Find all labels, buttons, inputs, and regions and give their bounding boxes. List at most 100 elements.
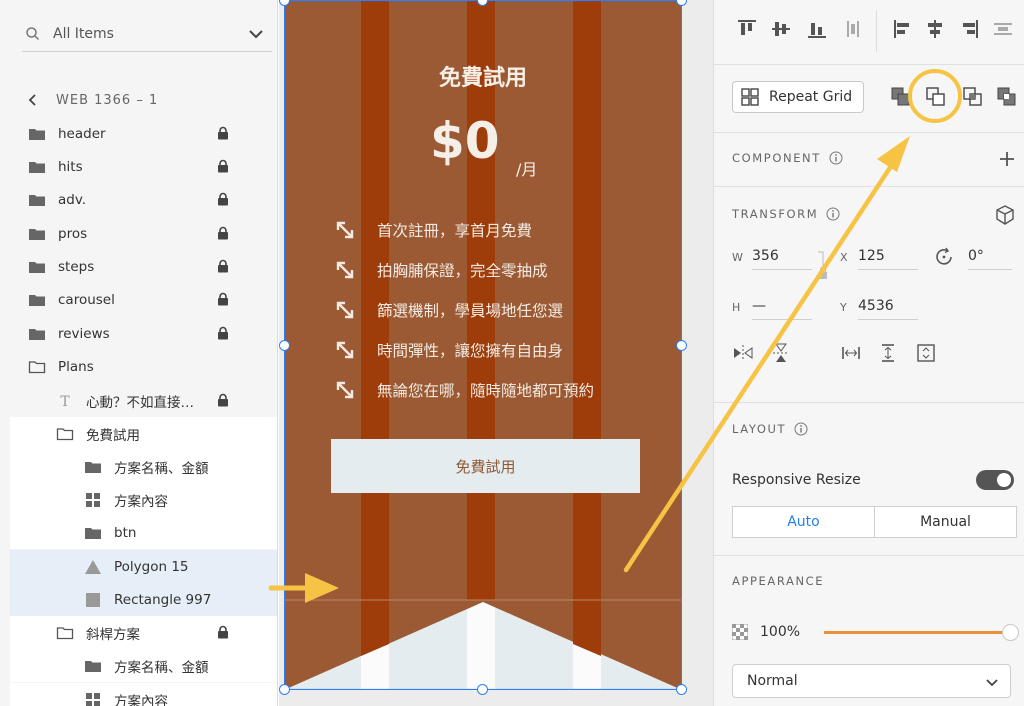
responsive-resize-toggle[interactable] [976, 470, 1014, 490]
rotate-icon[interactable] [933, 246, 955, 268]
info-icon[interactable] [794, 422, 808, 436]
lock-icon[interactable] [216, 126, 230, 140]
artboard-breadcrumb[interactable]: WEB 1366 – 1 [24, 88, 158, 112]
distribute-vertical-icon[interactable] [842, 18, 864, 40]
distribute-horizontal-icon[interactable] [992, 18, 1014, 40]
layer-item-label: steps [58, 258, 95, 275]
layer-item[interactable]: Plans [10, 350, 277, 383]
resize-handle[interactable] [676, 0, 687, 6]
lock-aspect-icon[interactable] [817, 250, 829, 286]
layout-section: LAYOUT [732, 422, 808, 436]
opacity-slider-knob[interactable] [1002, 624, 1019, 641]
layer-item[interactable]: 斜桿方案 [10, 616, 277, 649]
appearance-section: APPEARANCE [732, 574, 824, 588]
lock-icon[interactable] [216, 259, 230, 273]
opacity-value[interactable]: 100% [760, 624, 800, 640]
layer-item[interactable]: steps [10, 250, 277, 283]
layer-item[interactable]: Polygon 15 [10, 550, 277, 583]
add-component-icon[interactable] [996, 148, 1018, 170]
resize-auto-option[interactable]: Auto [733, 507, 875, 537]
chevron-down-icon[interactable] [246, 24, 266, 44]
layer-item[interactable]: 方案名稱、金額 [10, 649, 277, 682]
transform-section: TRANSFORM [732, 207, 840, 221]
layer-item[interactable]: 方案內容 [10, 483, 277, 516]
align-bottom-icon[interactable] [806, 18, 828, 40]
align-right-icon[interactable] [958, 18, 980, 40]
folder-icon [84, 458, 102, 476]
trial-button[interactable]: 免費試用 [331, 439, 640, 493]
opacity-checkerboard-icon [732, 624, 748, 640]
layer-item[interactable]: carousel [10, 283, 277, 316]
resize-manual-option[interactable]: Manual [875, 507, 1016, 537]
design-canvas[interactable]: 免費試用 $0 /月 首次註冊，享首月免費 拍胸脯保證，完全零抽成 篩選機制，學員場… [279, 0, 713, 706]
align-top-icon[interactable] [736, 18, 758, 40]
rotation-field[interactable]: 0° [968, 244, 1012, 270]
layer-search[interactable]: All Items [22, 18, 272, 52]
align-left-icon[interactable] [892, 18, 914, 40]
width-field[interactable]: 356 [752, 244, 812, 270]
lock-icon[interactable] [216, 625, 230, 639]
layer-item[interactable]: adv. [10, 183, 277, 216]
blend-mode-select[interactable]: Normal [732, 664, 1011, 698]
resize-handle[interactable] [279, 684, 290, 695]
resize-handle[interactable] [676, 340, 687, 351]
lock-icon[interactable] [216, 192, 230, 206]
flip-horizontal-icon[interactable] [732, 342, 754, 364]
chevron-left-icon[interactable] [24, 91, 42, 109]
opacity-slider-fill [824, 631, 1010, 634]
info-icon[interactable] [826, 207, 840, 221]
height-field[interactable]: — [752, 294, 812, 320]
fixed-width-icon[interactable] [840, 342, 862, 364]
boolean-subtract-icon[interactable] [925, 86, 947, 108]
boolean-exclude-icon[interactable] [996, 86, 1018, 108]
layer-item[interactable]: header [10, 117, 277, 150]
folder-icon [28, 225, 46, 243]
layer-item[interactable]: Rectangle 997 [10, 583, 277, 616]
lock-icon[interactable] [216, 393, 230, 407]
x-field[interactable]: 125 [858, 244, 918, 270]
lock-icon[interactable] [216, 326, 230, 340]
feature-text: 篩選機制，學員場地任您選 [377, 302, 564, 320]
layer-item[interactable]: btn [10, 516, 277, 549]
3d-transform-icon[interactable] [994, 204, 1016, 226]
fixed-height-icon[interactable] [877, 342, 899, 364]
height-label: H [732, 301, 741, 314]
lock-icon[interactable] [216, 159, 230, 173]
resize-handle[interactable] [279, 340, 290, 351]
layer-item[interactable]: 方案名稱、金額 [10, 450, 277, 483]
resize-mode-segmented: Auto Manual [732, 506, 1017, 538]
layer-item[interactable]: 方案內容 [10, 683, 277, 706]
layer-item-label: reviews [58, 325, 110, 342]
resize-handle[interactable] [477, 684, 488, 695]
flip-vertical-icon[interactable] [770, 342, 792, 364]
toggle-knob [997, 473, 1011, 487]
layer-item[interactable]: pros [10, 217, 277, 250]
resize-handle[interactable] [676, 684, 687, 695]
layer-item[interactable]: T 心動？不如直接… [10, 384, 277, 417]
align-center-icon[interactable] [924, 18, 946, 40]
lock-icon[interactable] [216, 292, 230, 306]
layer-item[interactable]: reviews [10, 317, 277, 350]
folder-open-icon [28, 358, 46, 376]
boolean-intersect-icon[interactable] [962, 86, 984, 108]
pricing-card[interactable]: 免費試用 $0 /月 首次註冊，享首月免費 拍胸脯保證，完全零抽成 篩選機制，學員場… [279, 0, 687, 695]
expand-arrow-icon [334, 339, 356, 361]
repeat-grid-label: Repeat Grid [769, 89, 853, 105]
repeat-grid-button[interactable]: Repeat Grid [732, 81, 864, 113]
layer-item[interactable]: 免費試用 [10, 417, 277, 450]
layer-item-label: 斜桿方案 [86, 626, 140, 643]
y-field[interactable]: 4536 [858, 294, 918, 320]
plan-period: /月 [516, 160, 538, 179]
boolean-add-icon[interactable] [890, 86, 912, 108]
align-middle-icon[interactable] [770, 18, 792, 40]
responsive-resize-label: Responsive Resize [732, 472, 861, 488]
opacity-slider[interactable] [824, 631, 1010, 634]
folder-icon [28, 291, 46, 309]
layer-item[interactable]: hits [10, 150, 277, 183]
fit-content-icon[interactable] [915, 342, 937, 364]
info-icon[interactable] [829, 151, 843, 165]
lock-icon[interactable] [216, 226, 230, 240]
repeat-grid-icon [84, 691, 102, 706]
component-title: COMPONENT [732, 151, 821, 165]
plan-price: $0 [430, 112, 500, 170]
